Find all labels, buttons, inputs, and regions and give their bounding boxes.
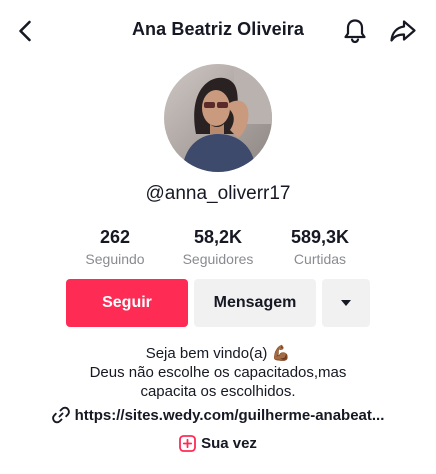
bell-icon	[344, 19, 366, 44]
more-options-button[interactable]	[322, 279, 370, 327]
bio: Seja bem vindo(a) 💪🏾 Deus não escolhe os…	[0, 344, 436, 401]
your-turn-button[interactable]: Sua vez	[0, 435, 436, 452]
stat-value: 589,3K	[290, 227, 350, 247]
profile-link[interactable]: https://sites.wedy.com/guilherme-anabeat…	[0, 406, 436, 424]
bio-line: Deus não escolhe os capacitados,mas	[89, 364, 347, 381]
stat-label: Seguidores	[182, 251, 254, 267]
add-square-icon	[179, 435, 196, 452]
share-button[interactable]	[387, 15, 419, 47]
avatar[interactable]	[164, 64, 272, 172]
bio-line: capacita os escolhidos.	[140, 383, 296, 400]
stat-value: 262	[99, 227, 131, 247]
share-arrow-icon	[390, 20, 416, 42]
stat-followers[interactable]: 58,2K Seguidores	[163, 226, 273, 268]
your-turn-label: Sua vez	[201, 435, 257, 452]
link-icon	[51, 406, 70, 424]
bio-line: Seja bem vindo(a) 💪🏾	[145, 345, 291, 362]
profile-photo	[164, 64, 272, 172]
follow-button[interactable]: Seguir	[66, 279, 188, 327]
page-title: Ana Beatriz Oliveira	[131, 19, 305, 39]
stat-value: 58,2K	[193, 227, 243, 247]
caret-down-icon	[341, 300, 351, 306]
message-button[interactable]: Mensagem	[194, 279, 316, 327]
stat-likes[interactable]: 589,3K Curtidas	[265, 226, 375, 268]
username: @anna_oliverr17	[145, 183, 291, 204]
stat-label: Curtidas	[293, 251, 347, 267]
stat-following[interactable]: 262 Seguindo	[60, 226, 170, 268]
notifications-button[interactable]	[340, 15, 370, 47]
link-text: https://sites.wedy.com/guilherme-anabeat…	[74, 406, 385, 424]
stat-label: Seguindo	[85, 251, 145, 267]
top-bar: Ana Beatriz Oliveira	[0, 0, 436, 62]
